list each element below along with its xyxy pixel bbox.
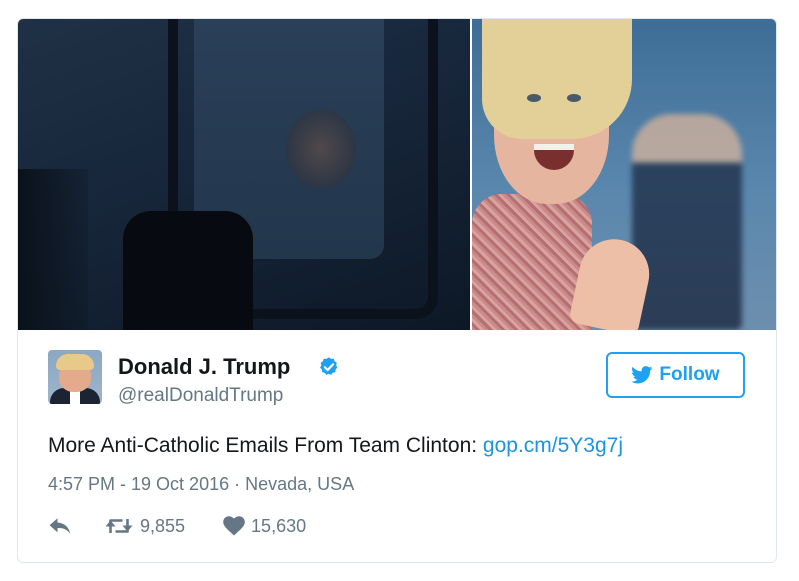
reply-button[interactable] (48, 516, 72, 536)
follow-button[interactable]: Follow (606, 352, 745, 398)
author-name[interactable]: Donald J. Trump (118, 354, 290, 380)
retweet-count: 9,855 (140, 515, 186, 536)
tweet-link[interactable]: gop.cm/5Y3g7j (483, 434, 623, 457)
media-photo-waving-woman (472, 19, 776, 330)
retweet-icon (105, 519, 133, 533)
like-count: 15,630 (251, 515, 307, 536)
verified-badge-icon (320, 357, 338, 375)
tweet-body: More Anti-Catholic Emails From Team Clin… (48, 434, 483, 457)
avatar[interactable] (48, 350, 102, 404)
tweet-timestamp[interactable]: 4:57 PM - 19 Oct 2016 (48, 474, 229, 494)
tweet-card: Donald J. Trump @realDonaldTrump Follow … (17, 18, 777, 563)
tweet-media[interactable] (18, 19, 776, 330)
tweet-text: More Anti-Catholic Emails From Team Clin… (48, 434, 623, 458)
tweet-location[interactable]: Nevada, USA (245, 474, 354, 494)
heart-icon (223, 516, 245, 536)
reply-icon (49, 518, 71, 534)
media-photo-car-window (18, 19, 470, 330)
meta-separator: · (234, 474, 241, 494)
like-button[interactable]: 15,630 (223, 516, 306, 537)
tweet-actions: 9,855 15,630 (48, 513, 306, 539)
follow-label: Follow (659, 364, 720, 385)
retweet-button[interactable]: 9,855 (104, 516, 185, 537)
tweet-meta: 4:57 PM - 19 Oct 2016 · Nevada, USA (48, 474, 354, 495)
author-handle[interactable]: @realDonaldTrump (118, 385, 283, 407)
twitter-bird-icon (631, 366, 653, 384)
